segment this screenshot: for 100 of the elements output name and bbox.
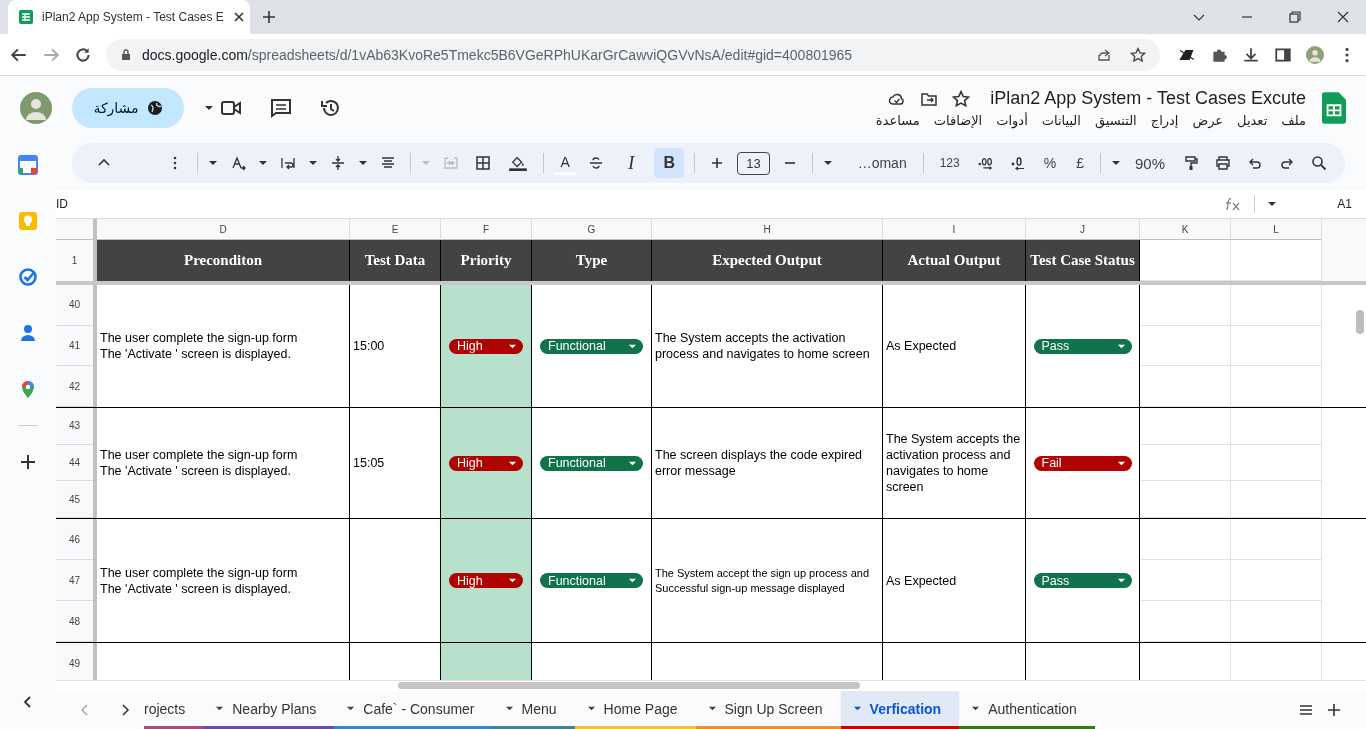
table-cell: The user complete the sign-up form The 'Activate ' screen is displayed. (97, 285, 350, 407)
italic-button[interactable]: I (616, 148, 647, 178)
bold-button[interactable]: B (654, 148, 685, 178)
column-header[interactable]: L (1231, 219, 1322, 240)
name-box[interactable]: A1 (1337, 197, 1352, 211)
caret-icon[interactable] (971, 704, 981, 713)
tasks-icon[interactable] (18, 267, 38, 287)
menu-item[interactable]: الإضافات (933, 113, 983, 128)
row-header[interactable]: 1 (56, 240, 97, 281)
sheet-tab[interactable]: Authentication (959, 691, 1095, 729)
zoom-dropdown[interactable]: 90% (1128, 154, 1171, 172)
close-icon[interactable] (1336, 10, 1350, 24)
history-icon[interactable] (320, 97, 342, 119)
menu-item[interactable]: ملف (1281, 113, 1306, 128)
menu-item[interactable]: إدراج (1150, 113, 1179, 128)
avatar-icon[interactable] (20, 92, 52, 124)
sheet-tab[interactable]: Nearby Plans (203, 691, 335, 729)
caret-icon[interactable] (1110, 158, 1121, 168)
caret-icon[interactable] (208, 158, 219, 168)
caret-icon[interactable] (504, 704, 514, 713)
menu-item[interactable]: تعديل (1237, 113, 1268, 128)
menu-item[interactable]: أدوات (996, 113, 1028, 128)
row-header[interactable]: 42 (56, 366, 93, 407)
column-header[interactable]: F (441, 219, 532, 240)
sheet-tab[interactable]: Home Page (574, 691, 696, 729)
table-header-cell: Test Case Status (1026, 240, 1140, 281)
column-header[interactable]: H (652, 219, 883, 240)
column-header[interactable]: I (883, 219, 1026, 240)
address-bar[interactable]: docs.google.com/spreadsheets/d/1vAb63KvoRe5Tmekc5B6VGeRPhUKarGrCawviQGVvNsA/edit#gid=400801965 (106, 38, 1160, 71)
caret-icon[interactable] (628, 576, 637, 585)
row-header[interactable]: 45 (56, 481, 93, 518)
menu-item[interactable]: مساعدة (875, 113, 920, 128)
column-header[interactable]: J (1026, 219, 1140, 240)
type-dropdown[interactable]: Functional (540, 455, 643, 471)
status-dropdown[interactable]: Fail (1033, 455, 1132, 471)
text-color-button[interactable]: A (554, 151, 577, 175)
sheet-tab[interactable]: Verfication (840, 691, 960, 729)
type-dropdown[interactable]: Functional (540, 573, 643, 588)
plus-icon[interactable] (262, 10, 276, 24)
document-title[interactable]: iPlan2 App System - Test Cases Excute (990, 88, 1306, 109)
column-header[interactable]: G (532, 219, 652, 240)
row-header[interactable]: 40 (56, 285, 93, 326)
star-icon[interactable] (1130, 46, 1146, 63)
caret-icon[interactable] (508, 576, 517, 585)
status-dropdown[interactable]: Pass (1033, 573, 1132, 588)
row-header[interactable]: 41 (56, 325, 93, 367)
restore-icon[interactable] (1288, 10, 1302, 24)
comment-icon[interactable] (270, 97, 292, 119)
scrollbar-thumb[interactable] (398, 682, 860, 689)
menu-item[interactable]: البيانات (1041, 113, 1081, 128)
row-header[interactable]: 44 (56, 444, 93, 482)
caret-icon[interactable] (308, 158, 319, 168)
calendar-icon[interactable] (18, 155, 38, 175)
table-cell: The System accept the sign up process and Successful sign-up message displayed (652, 519, 883, 642)
formula-text[interactable]: ID (56, 197, 68, 211)
star-icon[interactable] (952, 89, 971, 108)
sheet-tab[interactable]: Cafe` - Consumer (334, 691, 493, 729)
menu-item[interactable]: عرض (1192, 113, 1224, 128)
side-panel-icon[interactable] (1274, 45, 1292, 64)
status-dropdown[interactable]: Pass (1033, 338, 1132, 354)
column-header[interactable]: D (97, 219, 350, 240)
sheet-tab[interactable]: rojects (144, 691, 204, 729)
priority-dropdown[interactable]: High (449, 573, 523, 588)
download-icon[interactable] (1242, 45, 1260, 64)
priority-dropdown[interactable]: High (449, 338, 523, 354)
number-format-button[interactable]: 123 (933, 156, 966, 170)
person-icon[interactable] (18, 323, 38, 343)
font-dropdown[interactable]: …oman (840, 155, 913, 171)
caret-icon[interactable] (215, 704, 225, 713)
caret-icon[interactable] (707, 704, 717, 713)
priority-dropdown[interactable]: High (449, 455, 523, 471)
caret-icon[interactable] (822, 158, 833, 168)
row-header[interactable]: 47 (56, 560, 93, 601)
row-header[interactable]: 48 (56, 601, 93, 642)
caret-icon[interactable] (346, 704, 356, 713)
font-size-field[interactable]: 13 (737, 151, 770, 175)
scrollbar-thumb[interactable] (1356, 310, 1364, 334)
row-header[interactable]: 46 (56, 519, 93, 560)
caret-icon[interactable] (204, 103, 214, 113)
close-icon[interactable] (231, 10, 246, 24)
caret-icon[interactable] (258, 158, 269, 168)
caret-icon[interactable] (586, 704, 596, 713)
sheet-tab[interactable]: Menu (492, 691, 575, 729)
column-header[interactable]: E (350, 219, 441, 240)
caret-icon[interactable] (358, 158, 369, 168)
type-dropdown[interactable]: Functional (540, 338, 643, 354)
caret-icon[interactable] (1116, 576, 1126, 585)
table-cell: The user complete the sign-up form The 'Activate ' screen is displayed. (97, 408, 350, 518)
reload-icon[interactable] (74, 45, 92, 64)
browser-tab[interactable]: iPlan2 App System - Test Cases E (8, 0, 250, 34)
currency-format-button[interactable]: £ (1070, 155, 1090, 171)
share-button[interactable]: مشاركة (72, 88, 184, 128)
column-header[interactable]: K (1140, 219, 1231, 240)
menu-item[interactable]: التنسيق (1094, 113, 1137, 128)
table-header-cell: Preconditon (97, 240, 350, 281)
row-header[interactable]: 43 (56, 408, 93, 445)
caret-icon[interactable] (1267, 199, 1278, 209)
plus-icon[interactable] (18, 452, 38, 472)
percent-format-button[interactable]: % (1037, 155, 1063, 171)
avatar-icon[interactable] (1306, 45, 1324, 64)
